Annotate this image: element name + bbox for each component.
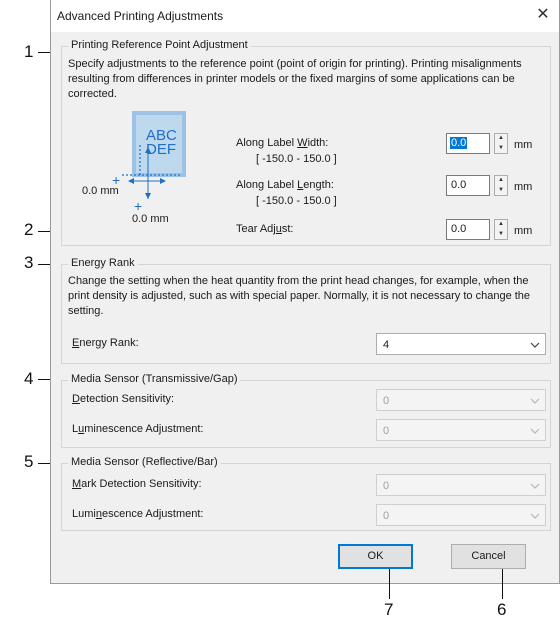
- callout-6-line: [502, 569, 503, 599]
- length-label: Along Label Length:: [236, 179, 334, 191]
- callout-2: 2: [24, 220, 34, 239]
- width-label: Along Label Width:: [236, 137, 329, 149]
- chevron-down-icon: [530, 342, 540, 348]
- mark-detection-label: Mark Detection Sensitivity:: [72, 478, 202, 490]
- length-spinner[interactable]: ▲ ▼: [494, 175, 508, 196]
- energy-rank-description: Change the setting when the heat quantit…: [68, 275, 531, 317]
- cancel-button[interactable]: Cancel: [451, 544, 526, 569]
- detection-sensitivity-label: Detection Sensitivity:: [72, 393, 175, 405]
- transmissive-luminescence-select[interactable]: 0: [376, 419, 546, 441]
- length-unit: mm: [514, 181, 533, 193]
- callout-1: 1: [24, 42, 34, 61]
- tear-input[interactable]: 0.0: [446, 219, 490, 240]
- callout-7-line: [389, 569, 390, 599]
- energy-rank-label: Energy Rank:: [72, 337, 139, 349]
- width-value: 0.0: [450, 137, 468, 149]
- callout-4: 4: [24, 369, 34, 388]
- reference-point-group: Printing Reference Point Adjustment Spec…: [61, 39, 551, 246]
- chevron-down-icon: [530, 428, 540, 434]
- preview-bottom-offset: 0.0 mm: [132, 213, 169, 225]
- detection-sensitivity-value: 0: [383, 395, 390, 407]
- tear-unit: mm: [514, 225, 533, 237]
- length-range: [ -150.0 - 150.0 ]: [256, 195, 337, 207]
- chevron-down-icon: [530, 513, 540, 519]
- callout-7: 7: [384, 600, 394, 619]
- media-transmissive-group-title: Media Sensor (Transmissive/Gap): [68, 373, 241, 385]
- chevron-down-icon: [530, 483, 540, 489]
- dialog-window: Advanced Printing Adjustments ✕ Printing…: [50, 0, 560, 584]
- preview-left-offset: 0.0 mm: [82, 185, 119, 197]
- preview-text-line-2: DEF: [146, 141, 176, 158]
- reflective-luminescence-value: 0: [383, 510, 390, 522]
- svg-text:+: +: [134, 198, 142, 214]
- spin-down-icon[interactable]: ▼: [495, 186, 507, 196]
- tear-value: 0.0: [451, 223, 467, 235]
- transmissive-luminescence-label: Luminescence Adjustment:: [72, 423, 204, 435]
- energy-rank-group: Energy Rank Change the setting when the …: [61, 257, 551, 364]
- reference-point-description: Specify adjustments to the reference poi…: [68, 58, 522, 100]
- media-transmissive-group: Media Sensor (Transmissive/Gap) Detectio…: [61, 373, 551, 448]
- callout-6: 6: [497, 600, 507, 619]
- reference-point-preview: + + ABC DEF 0.0 mm 0.0 mm: [82, 109, 232, 229]
- media-reflective-group-title: Media Sensor (Reflective/Bar): [68, 456, 221, 468]
- detection-sensitivity-select[interactable]: 0: [376, 389, 546, 411]
- media-reflective-group: Media Sensor (Reflective/Bar) Mark Detec…: [61, 456, 551, 531]
- width-input[interactable]: 0.0: [446, 133, 490, 154]
- transmissive-luminescence-value: 0: [383, 425, 390, 437]
- callout-5: 5: [24, 452, 34, 471]
- width-range: [ -150.0 - 150.0 ]: [256, 153, 337, 165]
- ok-button[interactable]: OK: [338, 544, 413, 569]
- title-bar: Advanced Printing Adjustments ✕: [51, 0, 559, 32]
- mark-detection-select[interactable]: 0: [376, 474, 546, 496]
- width-unit: mm: [514, 139, 533, 151]
- spin-up-icon[interactable]: ▲: [495, 134, 507, 144]
- length-value: 0.0: [451, 179, 467, 191]
- tear-label: Tear Adjust:: [236, 223, 294, 235]
- reflective-luminescence-label: Luminescence Adjustment:: [72, 508, 204, 520]
- energy-rank-value: 4: [383, 339, 390, 351]
- callout-3: 3: [24, 253, 34, 272]
- length-input[interactable]: 0.0: [446, 175, 490, 196]
- spin-down-icon[interactable]: ▼: [495, 230, 507, 240]
- close-icon[interactable]: ✕: [533, 4, 553, 26]
- spin-up-icon[interactable]: ▲: [495, 220, 507, 230]
- spin-down-icon[interactable]: ▼: [495, 144, 507, 154]
- tear-spinner[interactable]: ▲ ▼: [494, 219, 508, 240]
- window-title: Advanced Printing Adjustments: [57, 9, 224, 23]
- mark-detection-value: 0: [383, 480, 390, 492]
- energy-rank-group-title: Energy Rank: [68, 257, 138, 269]
- spin-up-icon[interactable]: ▲: [495, 176, 507, 186]
- chevron-down-icon: [530, 398, 540, 404]
- reference-point-group-title: Printing Reference Point Adjustment: [68, 39, 251, 51]
- width-spinner[interactable]: ▲ ▼: [494, 133, 508, 154]
- energy-rank-select[interactable]: 4: [376, 333, 546, 355]
- reflective-luminescence-select[interactable]: 0: [376, 504, 546, 526]
